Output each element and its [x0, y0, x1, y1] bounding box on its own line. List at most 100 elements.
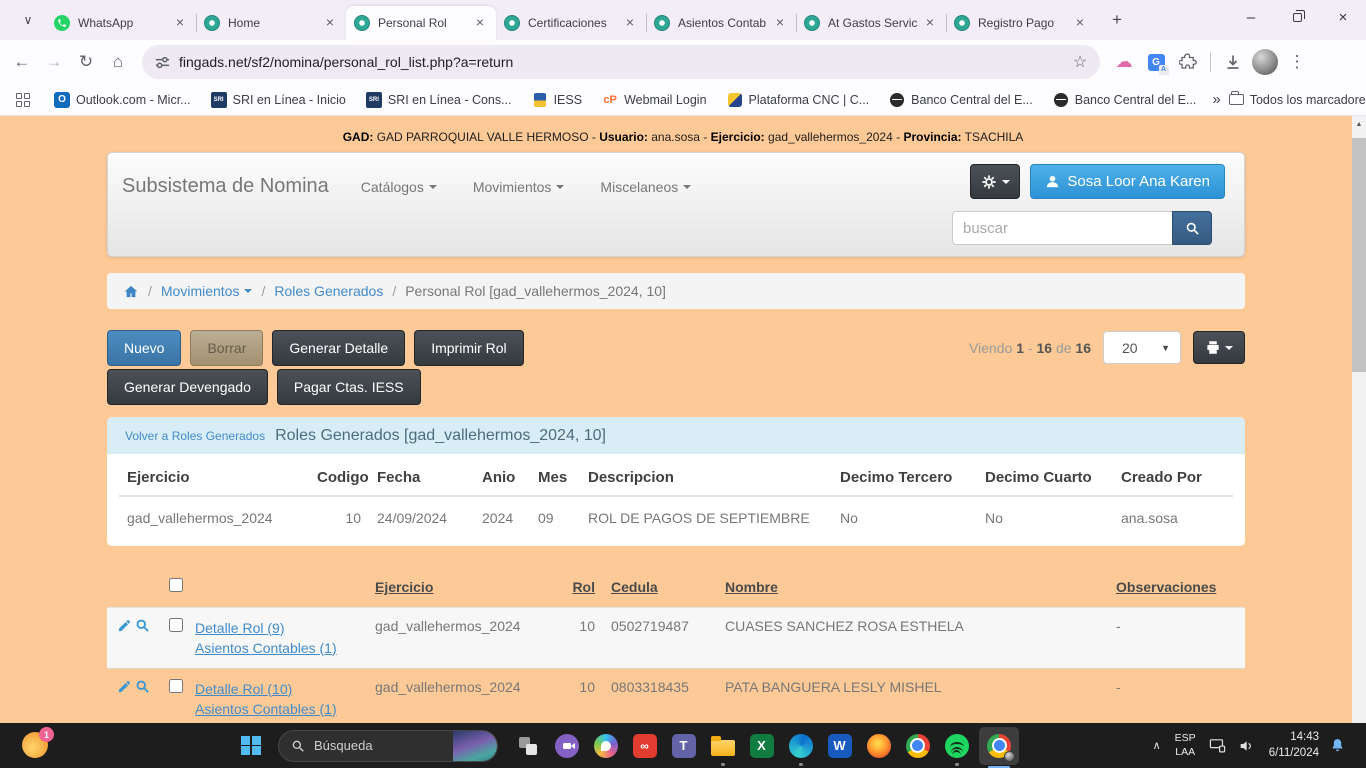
bookmark-banco-central-1[interactable]: Banco Central del E...: [889, 92, 1033, 108]
copilot-button[interactable]: [591, 731, 620, 760]
print-menu-button[interactable]: [1193, 331, 1245, 364]
tab-close-icon[interactable]: ×: [1072, 15, 1088, 31]
view-magnifier-icon[interactable]: [135, 679, 150, 694]
tab-home[interactable]: Home ×: [196, 6, 346, 40]
vertical-scrollbar[interactable]: ▲: [1352, 116, 1366, 723]
search-submit-button[interactable]: [1172, 211, 1212, 245]
tab-personal-rol-active[interactable]: Personal Rol ×: [346, 6, 496, 40]
all-bookmarks-button[interactable]: Todos los marcadores: [1229, 93, 1366, 107]
reload-icon[interactable]: ↻: [70, 46, 102, 78]
menu-movimientos[interactable]: Movimientos: [473, 179, 565, 195]
task-view-button[interactable]: [513, 731, 542, 760]
menu-catalogos[interactable]: Catálogos: [361, 179, 437, 195]
sort-cedula[interactable]: Cedula: [611, 579, 658, 595]
acrobat-button[interactable]: ∞: [630, 731, 659, 760]
sort-ejercicio[interactable]: Ejercicio: [375, 579, 433, 595]
detalle-rol-link[interactable]: Detalle Rol (9): [195, 618, 359, 638]
bookmark-sri-inicio[interactable]: SRISRI en Línea - Inicio: [211, 92, 346, 108]
tab-close-icon[interactable]: ×: [322, 15, 338, 31]
address-bar[interactable]: fingads.net/sf2/nomina/personal_rol_list…: [142, 45, 1100, 79]
breadcrumb-roles-generados[interactable]: Roles Generados: [274, 283, 383, 299]
profile-avatar[interactable]: [1249, 46, 1281, 78]
notification-bell-icon[interactable]: [1329, 737, 1346, 754]
clock[interactable]: 14:43 6/11/2024: [1269, 730, 1319, 761]
widgets-weather-icon[interactable]: 1: [22, 732, 48, 758]
edit-pencil-icon[interactable]: [117, 679, 132, 694]
home-icon[interactable]: ⌂: [102, 46, 134, 78]
sort-observaciones[interactable]: Observaciones: [1116, 579, 1216, 595]
sort-nombre[interactable]: Nombre: [725, 579, 778, 595]
teams-button[interactable]: T: [669, 731, 698, 760]
row-checkbox[interactable]: [169, 618, 183, 632]
spotify-button[interactable]: [942, 731, 971, 760]
file-explorer-button[interactable]: [708, 731, 737, 760]
translate-icon[interactable]: G: [1140, 46, 1172, 78]
volume-icon[interactable]: [1237, 738, 1255, 754]
tab-search-chevron-icon[interactable]: ∨: [14, 6, 42, 34]
volver-link[interactable]: Volver a Roles Generados: [125, 429, 265, 443]
tab-close-icon[interactable]: ×: [922, 15, 938, 31]
detalle-rol-link[interactable]: Detalle Rol (10): [195, 679, 359, 699]
nuevo-button[interactable]: Nuevo: [107, 330, 181, 366]
tab-close-icon[interactable]: ×: [172, 15, 188, 31]
edge-button[interactable]: [786, 731, 815, 760]
forward-icon[interactable]: →: [38, 46, 70, 78]
word-button[interactable]: W: [825, 731, 854, 760]
bookmark-iess[interactable]: IESS: [532, 92, 583, 108]
minimize-button[interactable]: –: [1228, 0, 1274, 34]
asientos-contables-link[interactable]: Asientos Contables (1): [195, 699, 359, 719]
page-size-select[interactable]: 20 ▼: [1103, 331, 1181, 364]
apps-grid-icon[interactable]: [16, 93, 30, 107]
view-magnifier-icon[interactable]: [135, 618, 150, 633]
scroll-up-icon[interactable]: ▲: [1352, 116, 1366, 132]
cast-screen-icon[interactable]: [1208, 737, 1227, 754]
excel-button[interactable]: X: [747, 731, 776, 760]
search-input[interactable]: [952, 211, 1172, 245]
back-icon[interactable]: ←: [6, 46, 38, 78]
weather-extension-icon[interactable]: ☁: [1108, 46, 1140, 78]
tab-certificaciones[interactable]: Certificaciones ×: [496, 6, 646, 40]
tray-chevron-icon[interactable]: ∧: [1153, 739, 1161, 752]
firefox-button[interactable]: [864, 731, 893, 760]
taskbar-search[interactable]: Búsqueda: [278, 730, 498, 762]
tab-at-gastos[interactable]: At Gastos Servic ×: [796, 6, 946, 40]
restore-button[interactable]: [1274, 0, 1320, 34]
asientos-contables-link[interactable]: Asientos Contables (1): [195, 638, 359, 658]
breadcrumb-movimientos[interactable]: Movimientos: [161, 283, 253, 299]
language-indicator[interactable]: ESP LAA: [1175, 732, 1196, 759]
extensions-puzzle-icon[interactable]: [1172, 46, 1204, 78]
chrome-active-window-button[interactable]: [979, 727, 1019, 765]
tab-asientos-contables[interactable]: Asientos Contab ×: [646, 6, 796, 40]
tab-close-icon[interactable]: ×: [472, 15, 488, 31]
tab-whatsapp[interactable]: WhatsApp ×: [46, 6, 196, 40]
sort-rol[interactable]: Rol: [572, 579, 595, 595]
browser-menu-kebab-icon[interactable]: ⋮: [1281, 46, 1313, 78]
close-window-button[interactable]: ×: [1320, 0, 1366, 34]
chrome-button[interactable]: [903, 731, 932, 760]
user-button[interactable]: Sosa Loor Ana Karen: [1030, 164, 1225, 199]
bookmarks-overflow-chevron-icon[interactable]: »: [1212, 91, 1220, 108]
bookmark-cnc[interactable]: Plataforma CNC | C...: [727, 92, 870, 108]
tab-close-icon[interactable]: ×: [772, 15, 788, 31]
tab-registro-pago[interactable]: Registro Pago ×: [946, 6, 1096, 40]
start-button[interactable]: [236, 731, 266, 761]
borrar-button[interactable]: Borrar: [190, 330, 263, 366]
url-text[interactable]: fingads.net/sf2/nomina/personal_rol_list…: [179, 54, 1066, 70]
tab-close-icon[interactable]: ×: [622, 15, 638, 31]
select-all-checkbox[interactable]: [169, 578, 183, 592]
pagar-ctas-iess-button[interactable]: Pagar Ctas. IESS: [277, 369, 421, 405]
generar-devengado-button[interactable]: Generar Devengado: [107, 369, 268, 405]
new-tab-button[interactable]: +: [1104, 7, 1130, 33]
bookmark-banco-central-2[interactable]: Banco Central del E...: [1053, 92, 1197, 108]
menu-miscelaneos[interactable]: Miscelaneos: [600, 179, 691, 195]
home-icon[interactable]: [123, 284, 139, 299]
row-checkbox[interactable]: [169, 679, 183, 693]
scrollbar-thumb[interactable]: [1352, 138, 1366, 372]
bookmark-star-icon[interactable]: ☆: [1066, 48, 1094, 76]
bookmark-webmail[interactable]: cPWebmail Login: [602, 92, 706, 108]
imprimir-rol-button[interactable]: Imprimir Rol: [414, 330, 523, 366]
bookmark-outlook[interactable]: OOutlook.com - Micr...: [54, 92, 191, 108]
generar-detalle-button[interactable]: Generar Detalle: [272, 330, 405, 366]
edit-pencil-icon[interactable]: [117, 618, 132, 633]
site-info-icon[interactable]: [154, 54, 171, 71]
